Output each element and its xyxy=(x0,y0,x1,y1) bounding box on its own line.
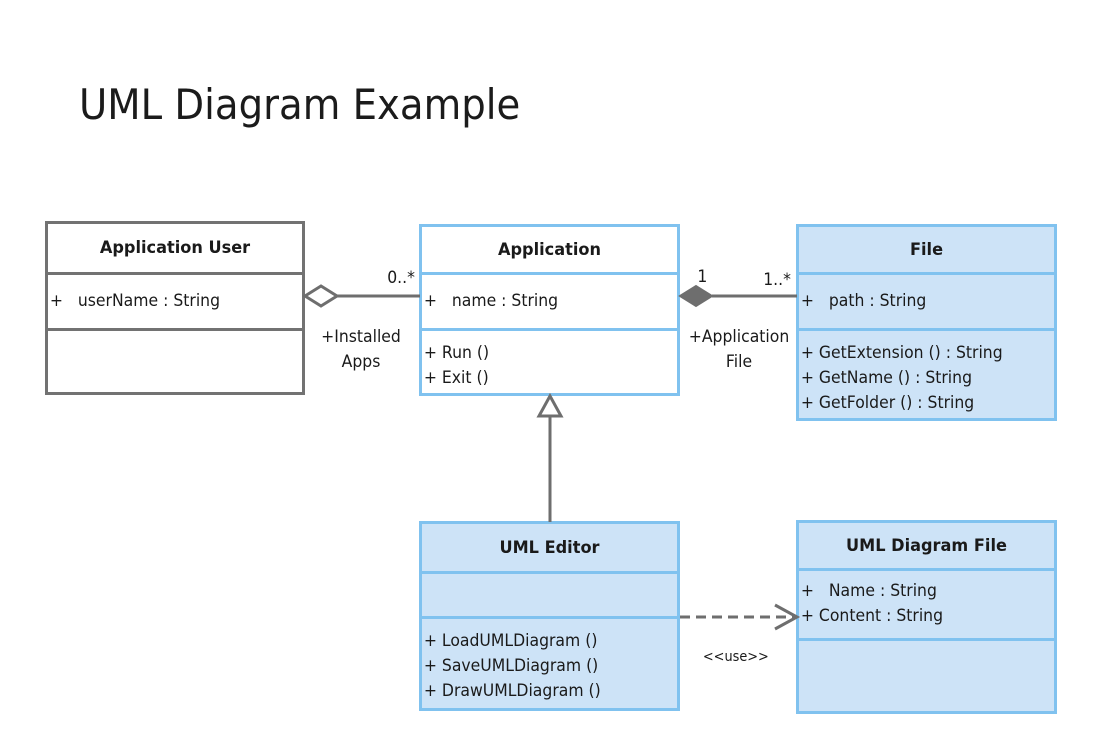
operation: + GetFolder () : String xyxy=(800,393,975,413)
operations-section: + LoadUMLDiagram () + SaveUMLDiagram () … xyxy=(422,616,677,708)
class-application[interactable]: Application + name : String + Run () + E… xyxy=(419,224,680,396)
attributes-section: + path : String xyxy=(799,272,1054,328)
class-name: File xyxy=(909,239,944,260)
class-uml-editor[interactable]: UML Editor + LoadUMLDiagram () + SaveUML… xyxy=(419,521,680,711)
hollow-triangle-icon xyxy=(536,392,564,418)
attribute: + name : String xyxy=(423,291,559,311)
attribute: + userName : String xyxy=(49,291,221,311)
class-uml-diagram-file[interactable]: UML Diagram File + Name : String + Conte… xyxy=(796,520,1057,714)
attribute: + Name : String xyxy=(800,581,937,601)
class-name: UML Editor xyxy=(499,537,600,558)
generalization-connector[interactable] xyxy=(536,392,564,522)
attributes-section xyxy=(422,571,677,616)
role-label: +Installed Apps xyxy=(321,327,401,372)
attributes-section: + userName : String xyxy=(48,272,302,328)
class-file[interactable]: File + path : String + GetExtension () :… xyxy=(796,224,1057,421)
operations-section xyxy=(799,638,1054,711)
attributes-section: + Name : String + Content : String xyxy=(799,568,1054,638)
attributes-section: + name : String xyxy=(422,272,677,328)
class-name: Application xyxy=(497,239,602,260)
operations-section: + GetExtension () : String + GetName () … xyxy=(799,328,1054,418)
role-label: +Application File xyxy=(688,327,790,372)
open-arrow-icon xyxy=(774,603,801,631)
operation: + GetName () : String xyxy=(800,368,973,388)
operation: + DrawUMLDiagram () xyxy=(423,681,601,701)
operation: + Exit () xyxy=(423,368,489,388)
stereotype-label: <<use>> xyxy=(702,649,769,665)
class-name: UML Diagram File xyxy=(846,535,1007,556)
page-title: UML Diagram Example xyxy=(79,80,521,129)
dependency-connector[interactable] xyxy=(680,603,801,631)
operations-section xyxy=(48,328,302,392)
multiplicity-label: 1..* xyxy=(763,270,791,290)
class-application-user[interactable]: Application User + userName : String xyxy=(45,221,305,395)
multiplicity-label: 1 xyxy=(697,267,708,287)
hollow-diamond-icon xyxy=(302,284,340,308)
operations-section: + Run () + Exit () xyxy=(422,328,677,394)
class-name: Application User xyxy=(99,238,251,258)
attribute: + path : String xyxy=(800,291,927,311)
operation: + LoadUMLDiagram () xyxy=(423,631,598,651)
operation: + SaveUMLDiagram () xyxy=(423,656,599,676)
operation: + GetExtension () : String xyxy=(800,343,1003,363)
attribute: + Content : String xyxy=(800,606,944,626)
multiplicity-label: 0..* xyxy=(387,268,415,288)
operation: + Run () xyxy=(423,343,490,363)
